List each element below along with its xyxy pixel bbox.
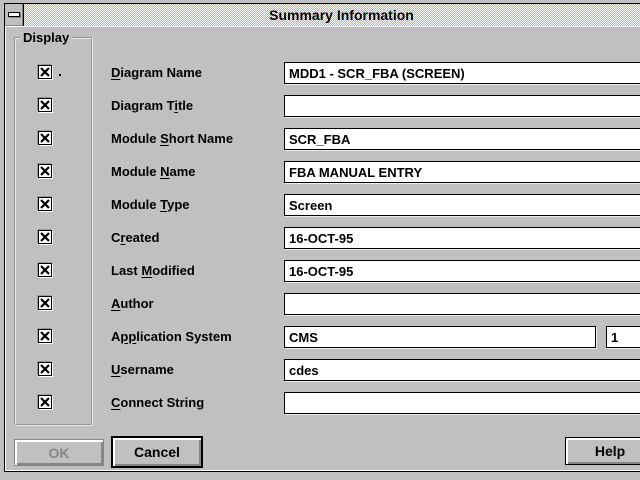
display-checkbox-application-system[interactable] [38, 329, 52, 343]
last-modified-input[interactable] [284, 260, 640, 282]
created-input[interactable] [284, 227, 640, 249]
display-checkbox-username[interactable] [38, 362, 52, 376]
display-group-label: Display [20, 30, 72, 45]
display-checkbox-author[interactable] [38, 296, 52, 310]
checkbox-x-icon [39, 231, 51, 243]
checkbox-x-icon [39, 264, 51, 276]
field-row-module-short-name: Module Short Name [5, 128, 640, 150]
checkbox-x-icon [39, 330, 51, 342]
field-row-author: Author [5, 293, 640, 315]
field-row-application-system: Application System [5, 326, 640, 348]
screen-background: Summary Information Display Diagram Name… [0, 0, 640, 480]
field-row-module-type: Module Type [5, 194, 640, 216]
display-checkbox-module-short-name[interactable] [38, 131, 52, 145]
label-application-system: Application System [111, 326, 232, 348]
title-bar-pattern: Summary Information [24, 4, 640, 26]
connect-string-input[interactable] [284, 392, 640, 414]
field-row-diagram-name: Diagram Name [5, 62, 640, 84]
checkbox-x-icon [39, 165, 51, 177]
checkbox-x-icon [39, 99, 51, 111]
help-button[interactable]: Help [565, 437, 640, 465]
system-menu-icon [8, 12, 20, 17]
checkbox-x-icon [39, 363, 51, 375]
label-module-name: Module Name [111, 161, 196, 183]
application-system-input[interactable] [284, 326, 596, 348]
checkbox-x-icon [39, 297, 51, 309]
module-name-input[interactable] [284, 161, 640, 183]
label-author: Author [111, 293, 154, 315]
author-input[interactable] [284, 293, 640, 315]
title-bar: Summary Information [5, 4, 640, 26]
label-last-modified: Last Modified [111, 260, 195, 282]
diagram-name-input[interactable] [284, 62, 640, 84]
cancel-button[interactable]: Cancel [111, 436, 203, 468]
display-checkbox-connect-string[interactable] [38, 395, 52, 409]
display-checkbox-last-modified[interactable] [38, 263, 52, 277]
summary-information-dialog: Summary Information Display Diagram Name… [4, 3, 640, 472]
field-row-created: Created [5, 227, 640, 249]
field-row-diagram-title: Diagram Title [5, 95, 640, 117]
display-checkbox-created[interactable] [38, 230, 52, 244]
diagram-title-input[interactable] [284, 95, 640, 117]
checkbox-x-icon [39, 66, 51, 78]
label-module-type: Module Type [111, 194, 190, 216]
label-username: Username [111, 359, 174, 381]
display-checkbox-module-type[interactable] [38, 197, 52, 211]
application-system-version-input[interactable] [606, 326, 640, 348]
checkbox-x-icon [39, 396, 51, 408]
username-input[interactable] [284, 359, 640, 381]
display-checkbox-module-name[interactable] [38, 164, 52, 178]
display-checkbox-diagram-title[interactable] [38, 98, 52, 112]
ok-button[interactable]: OK [14, 439, 104, 466]
module-short-name-input[interactable] [284, 128, 640, 150]
field-row-module-name: Module Name [5, 161, 640, 183]
field-row-username: Username [5, 359, 640, 381]
label-module-short-name: Module Short Name [111, 128, 233, 150]
system-menu-button[interactable] [5, 4, 24, 26]
window-title: Summary Information [269, 7, 414, 23]
checkbox-x-icon [39, 198, 51, 210]
checkbox-x-icon [39, 132, 51, 144]
label-created: Created [111, 227, 159, 249]
display-checkbox-diagram-name[interactable] [38, 65, 52, 79]
field-row-connect-string: Connect String [5, 392, 640, 414]
field-row-last-modified: Last Modified [5, 260, 640, 282]
module-type-input[interactable] [284, 194, 640, 216]
label-diagram-name: Diagram Name [111, 62, 202, 84]
label-diagram-title: Diagram Title [111, 95, 193, 117]
label-connect-string: Connect String [111, 392, 204, 414]
